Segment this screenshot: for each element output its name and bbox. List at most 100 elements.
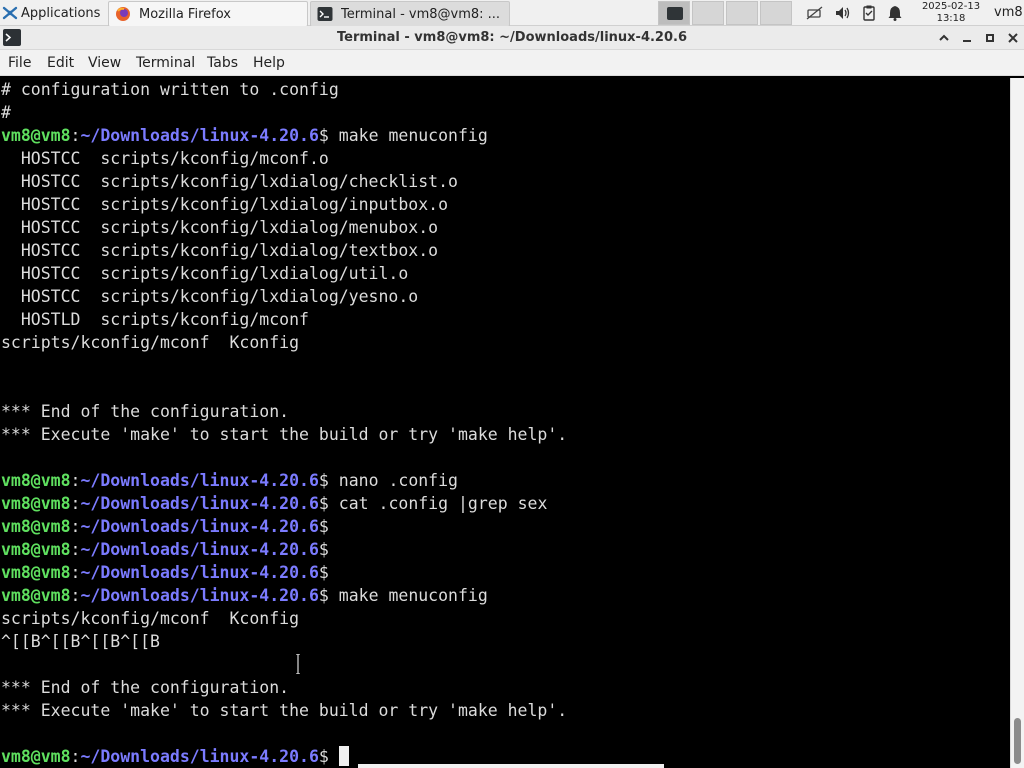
output-line: *** Execute 'make' to start the build or… [1, 425, 568, 444]
terminal-cursor [338, 746, 349, 766]
output-line: *** Execute 'make' to start the build or… [1, 701, 568, 720]
prompt-path: ~/Downloads/linux-4.20.6 [80, 540, 319, 559]
maximize-button[interactable] [979, 26, 1001, 50]
output-line: *** End of the configuration. [1, 678, 290, 697]
output-line: HOSTCC scripts/kconfig/lxdialog/checklis… [1, 172, 458, 191]
applications-label: Applications [21, 5, 101, 21]
top-panel: Applications Mozilla Firefox Terminal - … [0, 0, 1024, 27]
volume-icon[interactable] [834, 4, 852, 22]
output-line: HOSTCC scripts/kconfig/lxdialog/textbox.… [1, 241, 439, 260]
prompt-path: ~/Downloads/linux-4.20.6 [80, 586, 319, 605]
output-line: scripts/kconfig/mconf Kconfig [1, 333, 300, 352]
prompt-line: vm8@vm8:~/Downloads/linux-4.20.6$ cat .c… [1, 492, 547, 515]
output-line: # [1, 103, 11, 122]
command-text: make menuconfig [328, 126, 488, 145]
prompt-path: ~/Downloads/linux-4.20.6 [80, 494, 319, 513]
prompt-path: ~/Downloads/linux-4.20.6 [80, 563, 319, 582]
terminal-output[interactable]: # configuration written to .config # vm8@v… [0, 78, 1010, 768]
workspace-1[interactable] [658, 1, 690, 25]
menu-edit[interactable]: Edit [47, 50, 74, 76]
prompt-line: vm8@vm8:~/Downloads/linux-4.20.6$ nano .… [1, 469, 458, 492]
prompt-user-host: vm8@vm8 [1, 494, 71, 513]
prompt-line: vm8@vm8:~/Downloads/linux-4.20.6$ [1, 538, 329, 561]
shade-button[interactable] [933, 26, 955, 50]
workspace-2[interactable] [692, 1, 724, 25]
command-text [329, 747, 339, 766]
clock[interactable]: 2025-02-13 13:18 [912, 0, 990, 26]
output-line: HOSTCC scripts/kconfig/lxdialog/util.o [1, 264, 409, 283]
terminal-scrollbar[interactable] [1010, 78, 1024, 768]
menu-view[interactable]: View [88, 50, 121, 76]
maximize-icon [986, 34, 994, 42]
prompt-separator: : [70, 563, 81, 582]
output-line: HOSTLD scripts/kconfig/mconf [1, 310, 309, 329]
prompt-separator: : [70, 126, 81, 145]
output-line: HOSTCC scripts/kconfig/mconf.o [1, 149, 329, 168]
window-titlebar[interactable]: Terminal - vm8@vm8: ~/Downloads/linux-4.… [0, 26, 1024, 50]
output-line: scripts/kconfig/mconf Kconfig [1, 609, 300, 628]
prompt-dollar: $ [318, 517, 329, 536]
applications-menu[interactable]: Applications [0, 0, 108, 26]
notification-bell-icon[interactable] [886, 4, 904, 22]
minimize-button[interactable] [956, 26, 978, 50]
command-text: make menuconfig [328, 586, 488, 605]
menu-tabs[interactable]: Tabs [207, 50, 238, 76]
menu-help[interactable]: Help [253, 50, 285, 76]
chevron-up-icon [939, 34, 949, 41]
prompt-path: ~/Downloads/linux-4.20.6 [80, 126, 319, 145]
prompt-path: ~/Downloads/linux-4.20.6 [80, 517, 319, 536]
prompt-line: vm8@vm8:~/Downloads/linux-4.20.6$ make m… [1, 124, 488, 147]
command-text: cat .config |grep sex [328, 494, 548, 513]
prompt-user-host: vm8@vm8 [1, 517, 71, 536]
terminal-icon [317, 7, 333, 21]
prompt-separator: : [70, 586, 81, 605]
output-line: HOSTCC scripts/kconfig/lxdialog/inputbox… [1, 195, 449, 214]
output-line: # configuration written to .config [1, 80, 339, 99]
prompt-dollar: $ [318, 471, 329, 490]
clock-date: 2025-02-13 [921, 1, 981, 12]
taskbar-terminal-button[interactable]: Terminal - vm8@vm8: ... [310, 1, 510, 27]
prompt-dollar: $ [318, 540, 329, 559]
prompt-line: vm8@vm8:~/Downloads/linux-4.20.6$ [1, 561, 329, 584]
prompt-separator: : [70, 494, 81, 513]
window-title: Terminal - vm8@vm8: ~/Downloads/linux-4.… [337, 30, 687, 45]
menu-terminal[interactable]: Terminal [136, 50, 195, 76]
menu-file[interactable]: File [8, 50, 31, 76]
prompt-user-host: vm8@vm8 [1, 563, 71, 582]
prompt-separator: : [70, 517, 81, 536]
prompt-path: ~/Downloads/linux-4.20.6 [80, 471, 319, 490]
prompt-dollar: $ [318, 563, 329, 582]
prompt-line: vm8@vm8:~/Downloads/linux-4.20.6$ make m… [1, 584, 488, 607]
scrollbar-thumb[interactable] [1014, 718, 1021, 764]
taskbar-terminal-label: Terminal - vm8@vm8: ... [341, 6, 501, 22]
workspace-3[interactable] [726, 1, 758, 25]
output-line: HOSTCC scripts/kconfig/lxdialog/menubox.… [1, 218, 439, 237]
bottom-edge [358, 764, 664, 768]
prompt-dollar: $ [318, 586, 329, 605]
xfce-logo-icon [2, 6, 18, 20]
prompt-separator: : [70, 747, 81, 766]
network-icon[interactable] [806, 4, 824, 22]
prompt-separator: : [70, 540, 81, 559]
workspace-4[interactable] [760, 1, 792, 25]
prompt-dollar: $ [318, 747, 329, 766]
close-button[interactable] [1002, 26, 1024, 50]
command-text: nano .config [328, 471, 458, 490]
prompt-user-host: vm8@vm8 [1, 471, 71, 490]
user-menu[interactable]: vm8 [994, 0, 1023, 26]
output-line: *** End of the configuration. [1, 402, 290, 421]
prompt-dollar: $ [318, 494, 329, 513]
firefox-icon [116, 7, 130, 21]
prompt-user-host: vm8@vm8 [1, 586, 71, 605]
output-line: ^[[B^[[B^[[B^[[B [1, 632, 160, 651]
minimize-icon [963, 40, 971, 42]
taskbar-firefox-button[interactable]: Mozilla Firefox [108, 1, 308, 27]
menubar: File Edit View Terminal Tabs Help [0, 50, 1024, 76]
taskbar-firefox-label: Mozilla Firefox [139, 6, 231, 22]
output-line: HOSTCC scripts/kconfig/lxdialog/yesno.o [1, 287, 419, 306]
close-icon [1008, 33, 1018, 43]
clock-time: 13:18 [936, 13, 966, 24]
prompt-path: ~/Downloads/linux-4.20.6 [80, 747, 319, 766]
prompt-user-host: vm8@vm8 [1, 747, 71, 766]
clipboard-icon[interactable] [860, 4, 878, 22]
